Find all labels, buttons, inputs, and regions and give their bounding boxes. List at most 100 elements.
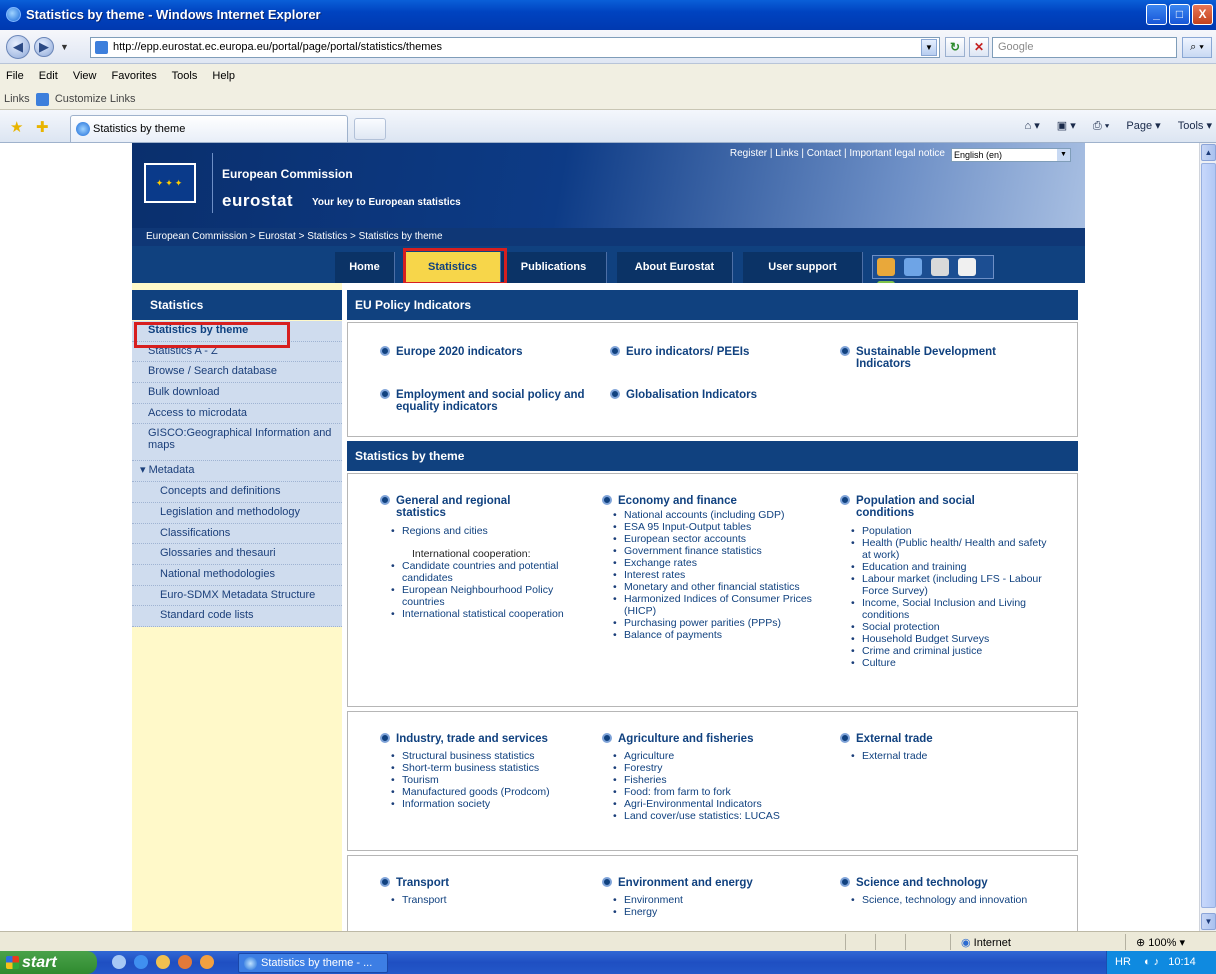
eurostat-logo-text[interactable]: eurostat <box>222 191 293 211</box>
list-item[interactable]: National accounts (including GDP) <box>610 509 835 521</box>
link-globalisation[interactable]: Globalisation Indicators <box>610 389 757 401</box>
list-item[interactable]: Agri-Environmental Indicators <box>610 798 835 810</box>
list-item[interactable]: Environment <box>610 894 810 906</box>
list-item[interactable]: Science, technology and innovation <box>848 894 1038 906</box>
start-button[interactable]: start <box>0 951 97 974</box>
nav-publications[interactable]: Publications <box>501 252 607 283</box>
list-item[interactable]: Health (Public health/ Health and safety… <box>848 537 1053 561</box>
home-icon[interactable]: ⌂ ▾ <box>1025 120 1040 132</box>
scroll-up-icon[interactable]: ▲ <box>1201 144 1216 161</box>
breadcrumb[interactable]: European Commission > Eurostat > Statist… <box>132 228 1085 246</box>
theme-external-trade[interactable]: External trade <box>840 733 933 745</box>
sidebar-item-concepts[interactable]: Concepts and definitions <box>132 482 342 503</box>
favorites-star-icon[interactable]: ★ <box>10 118 23 136</box>
list-item[interactable]: Structural business statistics <box>388 750 588 762</box>
calendar-icon[interactable] <box>931 258 950 276</box>
desktop-icon[interactable] <box>112 955 126 969</box>
language-select[interactable]: English (en) ▼ <box>951 148 1071 162</box>
firefox-icon[interactable] <box>178 955 193 969</box>
address-field[interactable]: http://epp.eurostat.ec.europa.eu/portal/… <box>90 37 940 58</box>
list-item[interactable]: ESA 95 Input-Output tables <box>610 521 835 533</box>
new-tab-button[interactable] <box>354 118 386 140</box>
address-dropdown-icon[interactable]: ▼ <box>921 39 937 56</box>
sidebar-item-glossaries[interactable]: Glossaries and thesauri <box>132 544 342 565</box>
menu-view[interactable]: View <box>73 70 97 82</box>
tab-statistics-by-theme[interactable]: Statistics by theme <box>70 115 348 142</box>
sidebar-item-euro-sdmx[interactable]: Euro-SDMX Metadata Structure <box>132 586 342 607</box>
list-item[interactable]: Balance of payments <box>610 629 835 641</box>
nav-home[interactable]: Home <box>335 252 395 283</box>
nav-about-eurostat[interactable]: About Eurostat <box>617 252 733 283</box>
link-euro-indicators[interactable]: Euro indicators/ PEEIs <box>610 346 749 358</box>
list-item[interactable]: Candidate countries and potential candid… <box>388 560 578 584</box>
search-tool-icon[interactable] <box>904 258 923 276</box>
menu-edit[interactable]: Edit <box>39 70 58 82</box>
feeds-icon[interactable]: ▣ ▾ <box>1057 120 1076 132</box>
top-links[interactable]: Register | Links | Contact | Important l… <box>730 148 945 159</box>
theme-agriculture[interactable]: Agriculture and fisheries <box>602 733 753 745</box>
sidebar-item-browse-search[interactable]: Browse / Search database <box>132 362 342 384</box>
sidebar-item-national-methodologies[interactable]: National methodologies <box>132 565 342 586</box>
list-item[interactable]: Agriculture <box>610 750 835 762</box>
menu-tools[interactable]: Tools <box>172 70 198 82</box>
language-indicator[interactable]: HR <box>1115 956 1131 968</box>
tray-icons[interactable]: ◐ ♪ <box>1144 956 1159 968</box>
sidebar-item-bulk-download[interactable]: Bulk download <box>132 383 342 404</box>
list-item[interactable]: Household Budget Surveys <box>848 633 1053 645</box>
search-input[interactable]: Google <box>992 37 1177 58</box>
link-employment[interactable]: Employment and social policy and equalit… <box>380 389 590 413</box>
list-item[interactable]: Exchange rates <box>610 557 835 569</box>
list-item[interactable]: Government finance statistics <box>610 545 835 557</box>
list-item[interactable]: Income, Social Inclusion and Living cond… <box>848 597 1053 621</box>
taskbar-item-ie[interactable]: Statistics by theme - ... <box>238 953 388 973</box>
sidebar-item-microdata[interactable]: Access to microdata <box>132 404 342 425</box>
scroll-thumb[interactable] <box>1201 163 1216 908</box>
theme-general[interactable]: General and regional statistics <box>380 495 590 519</box>
history-dropdown-icon[interactable]: ▼ <box>60 42 69 52</box>
list-item[interactable]: Manufactured goods (Prodcom) <box>388 786 588 798</box>
tools-menu[interactable]: Tools ▾ <box>1178 120 1212 132</box>
list-item[interactable]: Fisheries <box>610 774 835 786</box>
theme-economy[interactable]: Economy and finance <box>602 495 737 507</box>
ie-quicklaunch-icon[interactable] <box>134 955 149 969</box>
link-europe-2020[interactable]: Europe 2020 indicators <box>380 346 523 358</box>
list-item[interactable]: Transport <box>388 894 588 906</box>
list-item[interactable]: Labour market (including LFS - Labour Fo… <box>848 573 1053 597</box>
list-item[interactable]: External trade <box>848 750 1048 762</box>
print-icon[interactable]: ⎙ ▾ <box>1093 120 1109 132</box>
list-item[interactable]: European Neighbourhood Policy countries <box>388 584 578 608</box>
theme-environment[interactable]: Environment and energy <box>602 877 753 889</box>
minimize-button[interactable]: _ <box>1146 4 1167 25</box>
maximize-button[interactable]: □ <box>1169 4 1190 25</box>
theme-industry[interactable]: Industry, trade and services <box>380 733 548 745</box>
menu-file[interactable]: File <box>6 70 24 82</box>
list-item[interactable]: Education and training <box>848 561 1053 573</box>
vertical-scrollbar[interactable]: ▲ ▼ <box>1199 143 1216 931</box>
list-item[interactable]: Interest rates <box>610 569 835 581</box>
list-item[interactable]: European sector accounts <box>610 533 835 545</box>
back-arrow-icon[interactable]: ◀ <box>6 35 30 59</box>
list-item[interactable]: Land cover/use statistics: LUCAS <box>610 810 835 822</box>
search-icon[interactable]: ⌕ ▾ <box>1182 37 1212 58</box>
theme-population[interactable]: Population and social conditions <box>840 495 1050 519</box>
list-item[interactable]: International statistical cooperation <box>388 608 578 620</box>
list-item[interactable]: Monetary and other financial statistics <box>610 581 835 593</box>
sidebar-item-legislation[interactable]: Legislation and methodology <box>132 503 342 524</box>
refresh-icon[interactable]: ↻ <box>945 37 965 57</box>
menu-favorites[interactable]: Favorites <box>112 70 157 82</box>
list-item[interactable]: Information society <box>388 798 588 810</box>
forward-arrow-icon[interactable]: ▶ <box>34 37 54 57</box>
close-button[interactable]: X <box>1192 4 1213 25</box>
stop-icon[interactable]: ✕ <box>969 37 989 57</box>
list-item[interactable]: Short-term business statistics <box>388 762 588 774</box>
sidebar-item-classifications[interactable]: Classifications <box>132 524 342 545</box>
theme-transport[interactable]: Transport <box>380 877 449 889</box>
sidebar-item-gisco[interactable]: GISCO:Geographical Information and maps <box>132 424 342 462</box>
menu-help[interactable]: Help <box>212 70 235 82</box>
window-title-bar[interactable]: Statistics by theme - Windows Internet E… <box>0 0 1216 30</box>
app-icon[interactable] <box>156 955 171 969</box>
list-item[interactable]: Energy <box>610 906 810 918</box>
list-item[interactable]: Forestry <box>610 762 835 774</box>
link-sustainable-development[interactable]: Sustainable Development Indicators <box>840 346 1040 370</box>
page-menu[interactable]: Page ▾ <box>1126 120 1160 132</box>
